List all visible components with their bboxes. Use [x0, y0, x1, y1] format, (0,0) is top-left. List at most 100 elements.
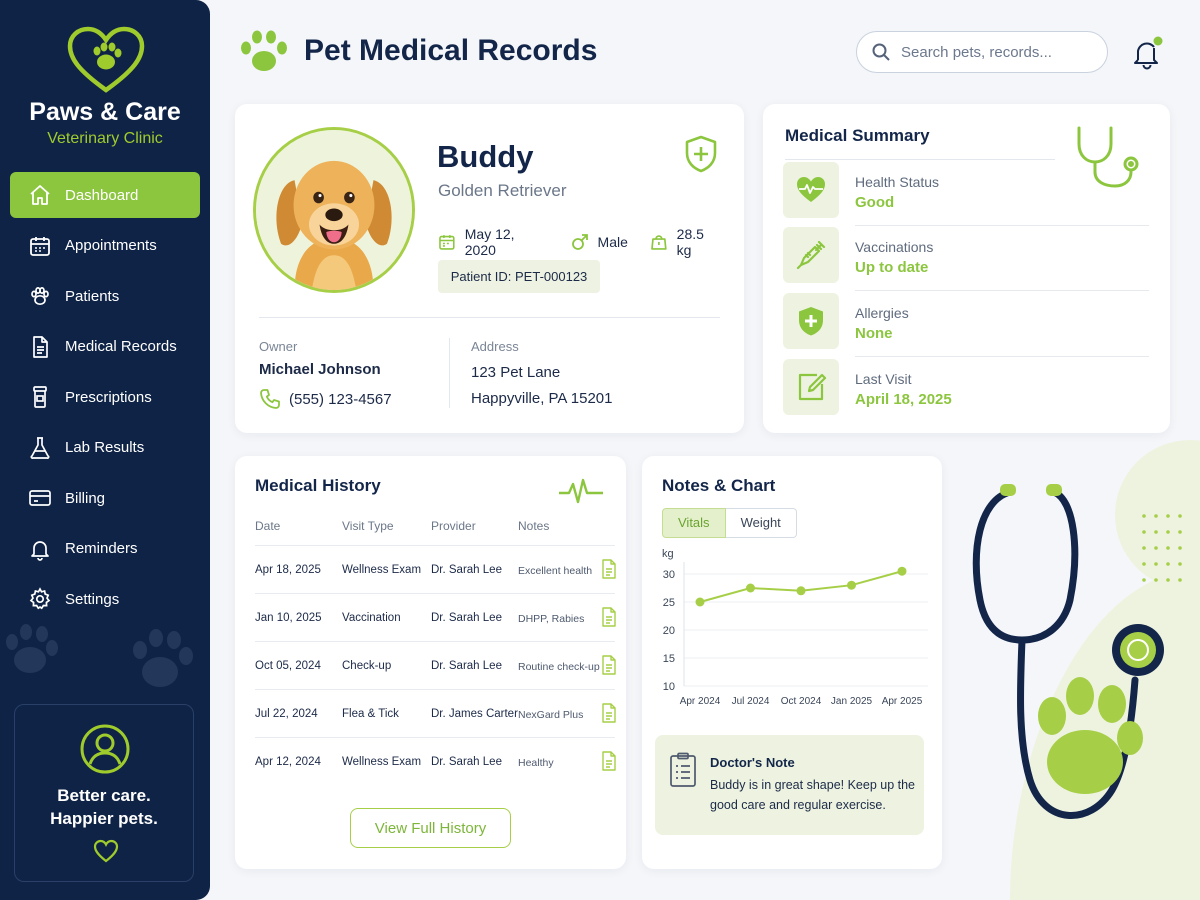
sidebar-item-settings[interactable]: Settings [10, 576, 200, 622]
cell-visit-type: Wellness Exam [342, 756, 422, 768]
sidebar-item-label: Billing [65, 489, 106, 507]
cell-notes: Healthy [518, 757, 554, 769]
owner-name: Michael Johnson [259, 361, 381, 378]
sidebar-item-label: Lab Results [65, 439, 145, 456]
column-header: Date [255, 519, 281, 533]
cell-visit-type: Wellness Exam [342, 564, 422, 576]
icon-box [783, 227, 839, 283]
pill-bottle-icon [33, 386, 47, 408]
data-point [796, 586, 806, 596]
calendar-icon [439, 235, 455, 250]
document-icon[interactable] [601, 703, 617, 723]
home-icon [30, 185, 50, 205]
divider [855, 356, 1149, 357]
paw-icon [241, 30, 287, 71]
address-line-2: Happyville, PA 15201 [471, 390, 613, 407]
view-full-history-button[interactable]: View Full History [350, 808, 511, 848]
cell-date: Jul 22, 2024 [255, 708, 318, 720]
sidebar-item-billing[interactable]: Billing [10, 475, 200, 521]
summary-label: Allergies [855, 305, 909, 321]
syringe-icon [796, 240, 826, 270]
icon-box [783, 359, 839, 415]
divider [855, 290, 1149, 291]
sidebar-item-lab-results[interactable]: Lab Results [10, 425, 200, 471]
sidebar-item-label: Medical Records [65, 338, 177, 355]
y-tick-label: 30 [663, 569, 675, 581]
tagline-line-2: Happier pets. [50, 809, 158, 828]
cell-notes: NexGard Plus [518, 709, 584, 721]
cell-provider: Dr. Sarah Lee [431, 564, 502, 576]
phone-value: (555) 123-4567 [289, 390, 392, 408]
cell-visit-type: Check-up [342, 660, 392, 672]
owner-phone[interactable]: (555) 123-4567 [259, 388, 392, 410]
notes-chart-card: Notes & Chart Vitals Weight kg 30 25 20 15 10… [642, 456, 942, 869]
table-row[interactable]: Apr 18, 2025 Wellness Exam Dr. Sarah Lee… [255, 545, 617, 593]
sex: Male [571, 233, 628, 251]
tagline-card: Better care. Happier pets. [14, 704, 194, 882]
stethoscope-illustration [972, 440, 1200, 900]
y-axis-unit-label: kg [662, 548, 674, 560]
document-icon[interactable] [601, 559, 617, 579]
cell-date: Oct 05, 2024 [255, 660, 321, 672]
x-tick-label: Jan 2025 [831, 696, 873, 707]
sidebar-item-dashboard[interactable]: Dashboard [10, 172, 200, 218]
address-label: Address [471, 339, 519, 354]
cell-notes: Routine check-up [518, 661, 600, 673]
table-row[interactable]: Oct 05, 2024 Check-up Dr. Sarah Lee Rout… [255, 641, 617, 689]
divider [855, 225, 1149, 226]
search-icon [872, 43, 890, 61]
sidebar-item-reminders[interactable]: Reminders [10, 526, 200, 572]
document-icon[interactable] [601, 655, 617, 675]
table-row[interactable]: Apr 12, 2024 Wellness Exam Dr. Sarah Lee… [255, 737, 617, 785]
paw-icon [31, 287, 49, 306]
sidebar-item-patients[interactable]: Patients [10, 273, 200, 319]
owner-label: Owner [259, 339, 298, 354]
sidebar-item-label: Prescriptions [65, 388, 152, 406]
summary-value: Up to date [855, 259, 929, 276]
medical-summary-card: Medical Summary Health Status Good Vacci… [763, 104, 1170, 433]
summary-label: Vaccinations [855, 239, 934, 255]
y-tick-label: 20 [663, 625, 675, 637]
cell-visit-type: Vaccination [342, 612, 401, 624]
summary-row-allergies: Allergies None [783, 293, 1149, 357]
birth-date-value: May 12, 2020 [464, 226, 515, 258]
chart-tabs: Vitals Weight [662, 508, 797, 538]
heart-pulse-icon [797, 177, 825, 202]
brand-name: Paws & Care [29, 98, 181, 126]
phone-icon [260, 389, 280, 409]
x-tick-label: Apr 2024 [680, 696, 721, 707]
sidebar-item-label: Settings [65, 590, 120, 608]
pet-name: Buddy [437, 139, 534, 174]
divider [785, 159, 1055, 160]
calendar-icon [30, 236, 50, 256]
icon-box [783, 162, 839, 218]
shield-plus-icon [685, 135, 717, 173]
sidebar-item-appointments[interactable]: Appointments [10, 223, 200, 269]
note-text: Buddy is in great shape! Keep up the goo… [710, 778, 916, 812]
sidebar: Paws & Care Veterinary Clinic Dashboard … [0, 0, 210, 900]
column-header: Visit Type [342, 519, 394, 533]
tab-vitals[interactable]: Vitals [662, 508, 726, 538]
table-row[interactable]: Jan 10, 2025 Vaccination Dr. Sarah Lee D… [255, 593, 617, 641]
male-symbol-icon [571, 234, 588, 250]
divider [449, 338, 450, 408]
summary-label: Health Status [855, 174, 940, 190]
doctor-note: Doctor's Note Buddy is in great shape! K… [655, 735, 924, 835]
summary-value: None [855, 325, 893, 342]
sidebar-item-label: Reminders [65, 540, 138, 557]
document-icon[interactable] [601, 607, 617, 627]
tab-weight[interactable]: Weight [725, 508, 797, 538]
y-tick-label: 10 [663, 681, 675, 693]
summary-title: Medical Summary [785, 126, 930, 145]
shield-plus-icon [799, 307, 823, 336]
sidebar-item-prescriptions[interactable]: Prescriptions [10, 374, 200, 420]
summary-value: Good [855, 194, 895, 211]
document-icon[interactable] [601, 751, 617, 771]
notification-bell-icon[interactable] [1130, 36, 1164, 70]
sidebar-item-medical-records[interactable]: Medical Records [10, 324, 200, 370]
medical-history-card: Medical History Date Visit Type Provider… [235, 456, 626, 869]
search-input[interactable] [901, 43, 1101, 61]
summary-row-last-visit: Last Visit April 18, 2025 [783, 359, 1149, 419]
table-row[interactable]: Jul 22, 2024 Flea & Tick Dr. James Carte… [255, 689, 617, 737]
search-box[interactable] [856, 31, 1108, 73]
